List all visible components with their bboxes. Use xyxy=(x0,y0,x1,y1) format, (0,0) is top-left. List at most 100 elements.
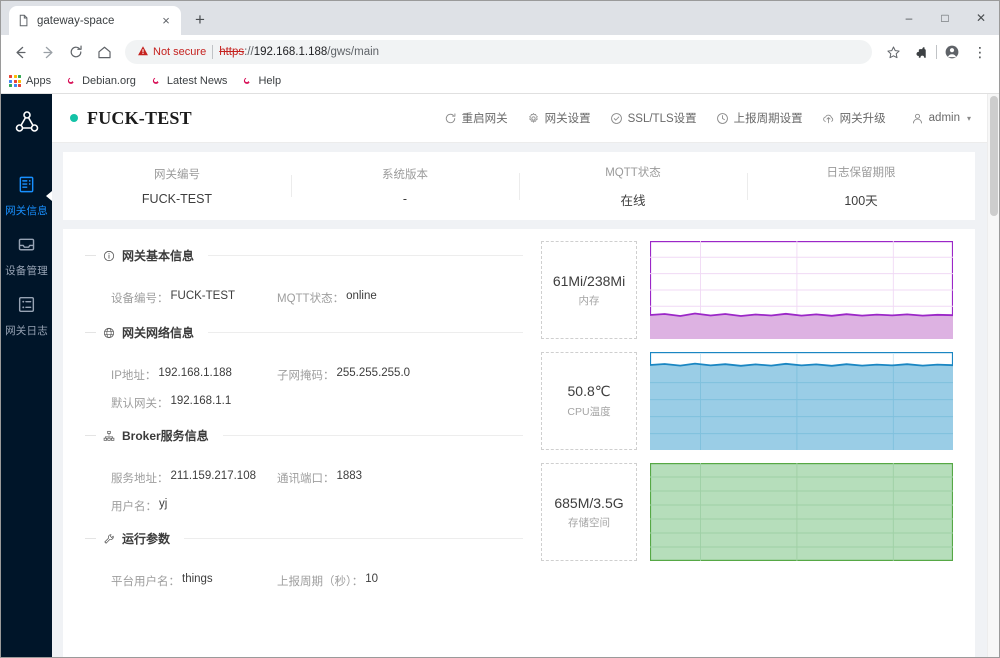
field-value: 255.255.255.0 xyxy=(336,367,411,379)
header-action-report-interval-settings[interactable]: 上报周期设置 xyxy=(716,110,803,126)
section-title: Broker服务信息 xyxy=(122,429,209,443)
browser-window: gateway-space × + – □ ✕ Not secure https… xyxy=(0,0,1000,658)
back-icon[interactable] xyxy=(7,39,33,65)
scrollbar-thumb[interactable] xyxy=(989,96,998,216)
section-header-broker-info: Broker服务信息 xyxy=(85,427,523,444)
address-bar[interactable]: Not secure https://192.168.1.188/gws/mai… xyxy=(125,40,872,64)
url-scheme: https xyxy=(219,46,245,58)
bookmark-debian[interactable]: Debian.org xyxy=(65,75,136,87)
url-host: 192.168.1.188 xyxy=(253,46,328,58)
user-menu[interactable]: admin ▾ xyxy=(911,112,971,125)
stat-label: MQTT状态 xyxy=(605,166,661,179)
close-icon[interactable]: × xyxy=(159,14,173,28)
field-label: 设备编号： xyxy=(111,293,169,305)
window-controls: – □ ✕ xyxy=(891,1,999,35)
memory-chart xyxy=(650,241,953,339)
metrics-panel: 61Mi/238Mi 内存 50.8℃ CPU温度 685M/3.5G 存储空间 xyxy=(533,241,975,657)
info-panel: 网关基本信息 设备编号： FUCK-TEST MQTT状态： online 网关… xyxy=(63,229,975,657)
section-rule-left xyxy=(85,435,96,436)
bookmark-help[interactable]: Help xyxy=(241,75,281,87)
field-label: IP地址： xyxy=(111,370,157,382)
bookmark-apps[interactable]: Apps xyxy=(9,75,51,87)
profile-icon[interactable] xyxy=(939,39,965,65)
omnibox-divider xyxy=(212,45,214,59)
app-header: FUCK-TEST 重启网关 网关设置 SSL/TLS设置 上报周期设置 网关升… xyxy=(52,94,987,143)
header-action-label: 上报周期设置 xyxy=(733,113,803,125)
section-header-runtime-params: 运行参数 xyxy=(85,530,523,547)
header-action-gateway-upgrade[interactable]: 网关升级 xyxy=(822,110,886,126)
metric-caption: CPU温度 xyxy=(567,406,611,418)
header-action-label: 重启网关 xyxy=(461,113,508,125)
new-tab-button[interactable]: + xyxy=(187,7,213,33)
active-caret-icon xyxy=(46,191,52,201)
bookmark-label: Debian.org xyxy=(82,75,136,87)
sidebar-item-label: 设备管理 xyxy=(5,265,48,277)
stat-value: FUCK-TEST xyxy=(141,192,213,206)
sidebar-item-gateway-logs[interactable]: 网关日志 xyxy=(1,286,52,346)
forward-icon[interactable] xyxy=(35,39,61,65)
metric-value: 61Mi/238Mi xyxy=(552,272,626,289)
content-scroll-area: 网关编号 FUCK-TEST 系统版本 - MQTT状态 在线 日志保留期限 1… xyxy=(52,143,987,657)
bookmark-latest-news[interactable]: Latest News xyxy=(150,75,227,87)
network-nodes-icon xyxy=(1,98,52,146)
url-path: /gws/main xyxy=(327,46,380,58)
toolbar-actions: ⋮ xyxy=(880,39,993,65)
warning-triangle-icon xyxy=(137,45,149,60)
status-dot-icon xyxy=(70,114,78,122)
server-icon xyxy=(17,175,36,199)
debian-icon xyxy=(150,75,162,87)
home-icon[interactable] xyxy=(91,39,117,65)
section-rule-left xyxy=(85,538,96,539)
sidebar-item-device-management[interactable]: 设备管理 xyxy=(1,226,52,286)
application: 网关信息 设备管理 网关日志 FUCK-TEST 重启网关 网关设置 SSL/T… xyxy=(1,94,999,657)
toolbar-divider xyxy=(936,45,937,59)
bookmark-label: Help xyxy=(258,75,282,87)
field-value: online xyxy=(346,290,377,302)
field-report-interval: 上报周期（秒）： 10 xyxy=(277,573,523,589)
bookmark-label: Apps xyxy=(26,75,52,87)
user-label: admin xyxy=(928,112,960,124)
page-scrollbar[interactable] xyxy=(987,94,999,657)
menu-icon[interactable]: ⋮ xyxy=(967,39,993,65)
navigation-bar: Not secure https://192.168.1.188/gws/mai… xyxy=(1,35,999,69)
close-window-button[interactable]: ✕ xyxy=(963,1,999,35)
stat-system-version: 系统版本 - xyxy=(291,166,519,206)
header-action-label: SSL/TLS设置 xyxy=(627,113,697,125)
metric-storage: 685M/3.5G 存储空间 xyxy=(541,463,953,561)
kv-row: 平台用户名： things 上报周期（秒）： 10 xyxy=(85,551,523,607)
header-action-gateway-settings[interactable]: 网关设置 xyxy=(527,110,591,126)
star-icon[interactable] xyxy=(880,39,906,65)
field-label: 上报周期（秒）： xyxy=(277,576,364,588)
cloud-upload-icon xyxy=(822,112,835,125)
field-label: 用户名： xyxy=(111,501,157,513)
kv-row: 服务地址： 211.159.217.108 通讯端口： 1883 xyxy=(85,448,523,492)
field-label: 服务地址： xyxy=(111,473,169,485)
metric-card-cpu-temperature: 50.8℃ CPU温度 xyxy=(541,352,637,450)
minimize-button[interactable]: – xyxy=(891,1,927,35)
stat-value: 在线 xyxy=(620,193,646,208)
gateway-title: FUCK-TEST xyxy=(87,107,192,128)
reload-icon[interactable] xyxy=(63,39,89,65)
field-broker-address: 服务地址： 211.159.217.108 xyxy=(85,470,277,486)
page-icon xyxy=(17,14,30,27)
sidebar-item-gateway-info[interactable]: 网关信息 xyxy=(1,166,52,226)
apps-grid-icon xyxy=(9,75,21,87)
globe-icon xyxy=(103,327,115,339)
field-label: 默认网关： xyxy=(111,398,169,410)
browser-tab[interactable]: gateway-space × xyxy=(9,6,181,35)
metric-cpu-temperature: 50.8℃ CPU温度 xyxy=(541,352,953,450)
stat-value: - xyxy=(402,192,408,206)
tab-strip: gateway-space × + – □ ✕ xyxy=(1,1,999,35)
maximize-button[interactable]: □ xyxy=(927,1,963,35)
metric-caption: 存储空间 xyxy=(568,516,610,529)
refresh-icon xyxy=(444,112,457,125)
list-icon xyxy=(17,295,36,319)
tab-title: gateway-space xyxy=(37,14,115,27)
header-action-restart-gateway[interactable]: 重启网关 xyxy=(444,110,508,126)
field-value: 10 xyxy=(365,573,379,585)
header-action-ssl-tls-settings[interactable]: SSL/TLS设置 xyxy=(610,110,697,126)
field-mqtt-status: MQTT状态： online xyxy=(277,290,523,306)
metric-card-memory: 61Mi/238Mi 内存 xyxy=(541,241,637,339)
extension-icon[interactable] xyxy=(908,39,934,65)
field-value: 192.168.1.1 xyxy=(170,395,232,407)
